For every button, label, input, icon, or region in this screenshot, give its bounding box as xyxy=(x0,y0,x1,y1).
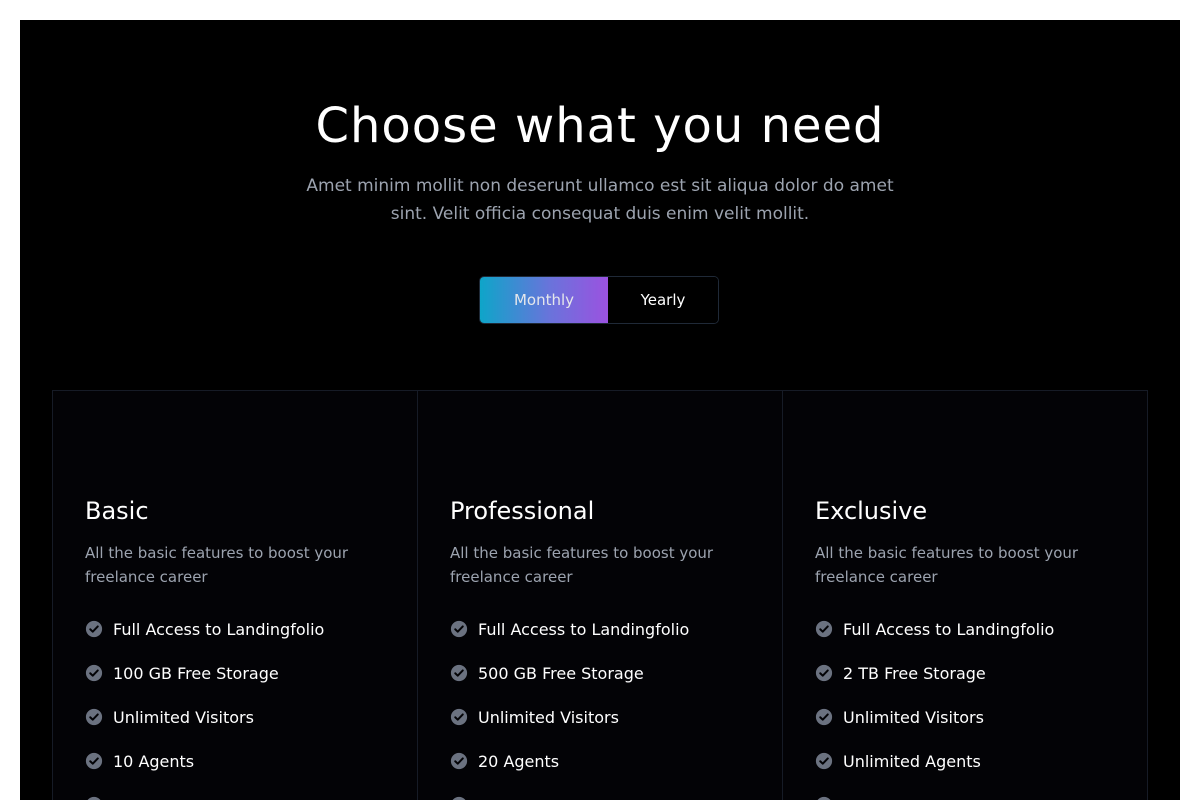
check-circle-icon xyxy=(815,664,833,682)
check-circle-icon xyxy=(85,708,103,726)
monthly-toggle-button[interactable]: Monthly xyxy=(480,277,608,323)
pricing-plans: Basic All the basic features to boost yo… xyxy=(52,390,1148,800)
feature-item: Full Access to Landingfolio xyxy=(815,617,1115,641)
feature-label: Full Access to Landingfolio xyxy=(478,619,690,639)
feature-list: Full Access to Landingfolio 100 GB Free … xyxy=(85,617,385,800)
check-circle-icon xyxy=(450,752,468,770)
check-circle-icon xyxy=(815,752,833,770)
feature-label: Full Access to Landingfolio xyxy=(843,619,1055,639)
check-circle-icon xyxy=(450,664,468,682)
check-circle-icon xyxy=(815,620,833,638)
feature-label: 500 GB Free Storage xyxy=(478,663,644,683)
feature-item: 2 TB Free Storage xyxy=(815,661,1115,685)
feature-label: Unlimited Visitors xyxy=(478,707,619,727)
pricing-page: Choose what you need Amet minim mollit n… xyxy=(20,20,1180,800)
plan-name: Exclusive xyxy=(815,497,928,525)
plan-card-basic: Basic All the basic features to boost yo… xyxy=(53,391,418,800)
plan-description: All the basic features to boost your fre… xyxy=(450,544,714,586)
feature-list: Full Access to Landingfolio 500 GB Free … xyxy=(450,617,750,800)
billing-toggle: Monthly Yearly xyxy=(479,276,719,324)
feature-label: Full Access to Landingfolio xyxy=(113,619,325,639)
feature-item: 500 GB Free Storage xyxy=(450,661,750,685)
yearly-toggle-button[interactable]: Yearly xyxy=(608,277,718,323)
plan-card-exclusive: Exclusive All the basic features to boos… xyxy=(783,391,1147,800)
page-title: Choose what you need xyxy=(315,98,885,154)
page-subtitle: Amet minim mollit non deserunt ullamco e… xyxy=(306,176,894,224)
check-circle-icon xyxy=(815,708,833,726)
feature-item xyxy=(85,793,385,800)
feature-item: Unlimited Visitors xyxy=(815,705,1115,729)
plan-description: All the basic features to boost your fre… xyxy=(85,544,349,586)
plan-description: All the basic features to boost your fre… xyxy=(815,544,1079,586)
check-circle-icon xyxy=(450,708,468,726)
feature-label: 10 Agents xyxy=(113,751,195,771)
check-circle-icon xyxy=(85,752,103,770)
plan-name: Professional xyxy=(450,497,595,525)
feature-item xyxy=(450,793,750,800)
feature-item: Unlimited Agents xyxy=(815,749,1115,773)
feature-item: Full Access to Landingfolio xyxy=(85,617,385,641)
feature-item: Unlimited Visitors xyxy=(85,705,385,729)
feature-item: Full Access to Landingfolio xyxy=(450,617,750,641)
feature-item: 20 Agents xyxy=(450,749,750,773)
feature-label: 20 Agents xyxy=(478,751,560,771)
check-circle-icon xyxy=(452,796,466,800)
check-circle-icon xyxy=(450,620,468,638)
plan-name: Basic xyxy=(85,497,149,525)
check-circle-icon xyxy=(85,620,103,638)
feature-item xyxy=(815,793,1115,800)
feature-item: 10 Agents xyxy=(85,749,385,773)
feature-list: Full Access to Landingfolio 2 TB Free St… xyxy=(815,617,1115,800)
feature-label: 100 GB Free Storage xyxy=(113,663,279,683)
feature-item: 100 GB Free Storage xyxy=(85,661,385,685)
feature-item: Unlimited Visitors xyxy=(450,705,750,729)
feature-label: Unlimited Agents xyxy=(843,751,981,771)
feature-label: Unlimited Visitors xyxy=(113,707,254,727)
check-circle-icon xyxy=(87,796,101,800)
check-circle-icon xyxy=(817,796,831,800)
feature-label: 2 TB Free Storage xyxy=(843,663,986,683)
check-circle-icon xyxy=(85,664,103,682)
plan-card-professional: Professional All the basic features to b… xyxy=(418,391,783,800)
feature-label: Unlimited Visitors xyxy=(843,707,984,727)
